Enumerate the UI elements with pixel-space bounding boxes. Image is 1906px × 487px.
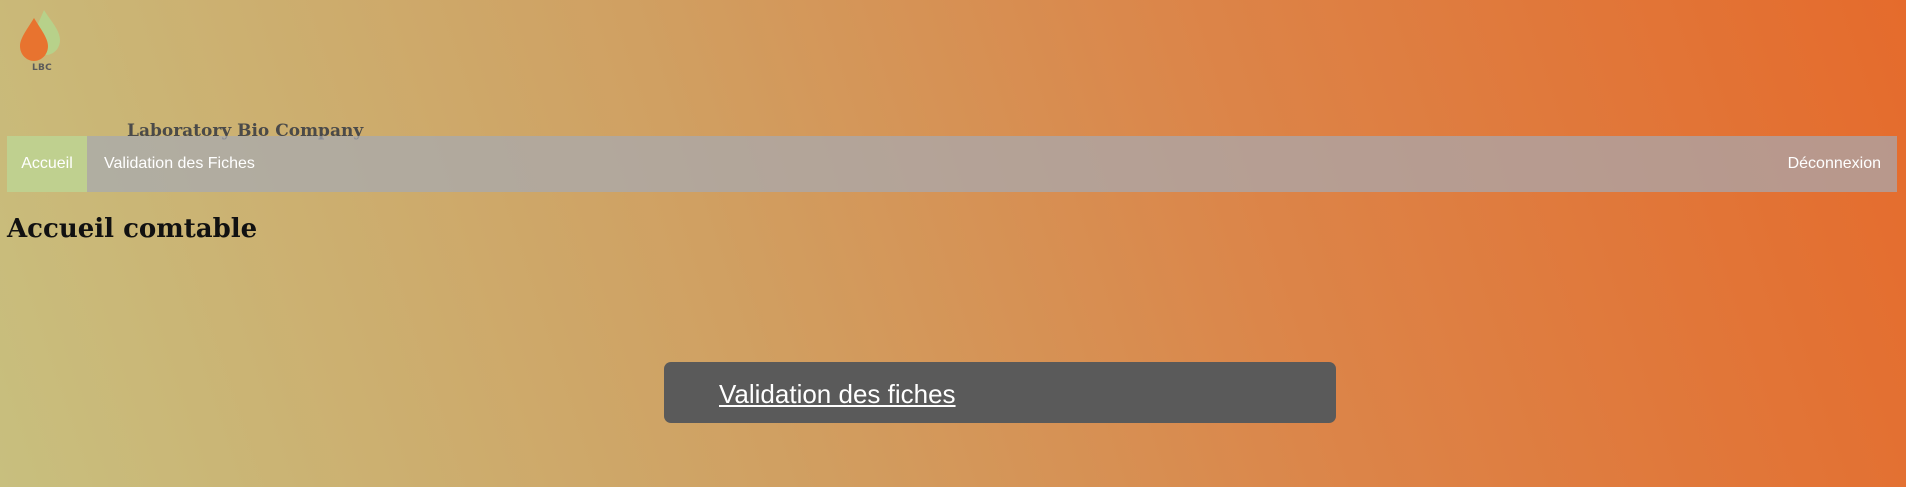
validation-card: Validation des fiches [664, 362, 1336, 423]
nav-item-accueil[interactable]: Accueil [7, 136, 87, 192]
logout-link[interactable]: Déconnexion [1788, 136, 1881, 192]
lbc-logo: LBC [20, 8, 64, 76]
logo-text: LBC [31, 63, 53, 73]
validation-fiches-link[interactable]: Validation des fiches [719, 362, 956, 423]
main-navbar: Accueil Validation des Fiches Déconnexio… [7, 136, 1897, 192]
droplet-icon [20, 10, 60, 61]
page-title: Accueil comtable [7, 214, 258, 244]
nav-item-validation-des-fiches[interactable]: Validation des Fiches [104, 136, 255, 192]
